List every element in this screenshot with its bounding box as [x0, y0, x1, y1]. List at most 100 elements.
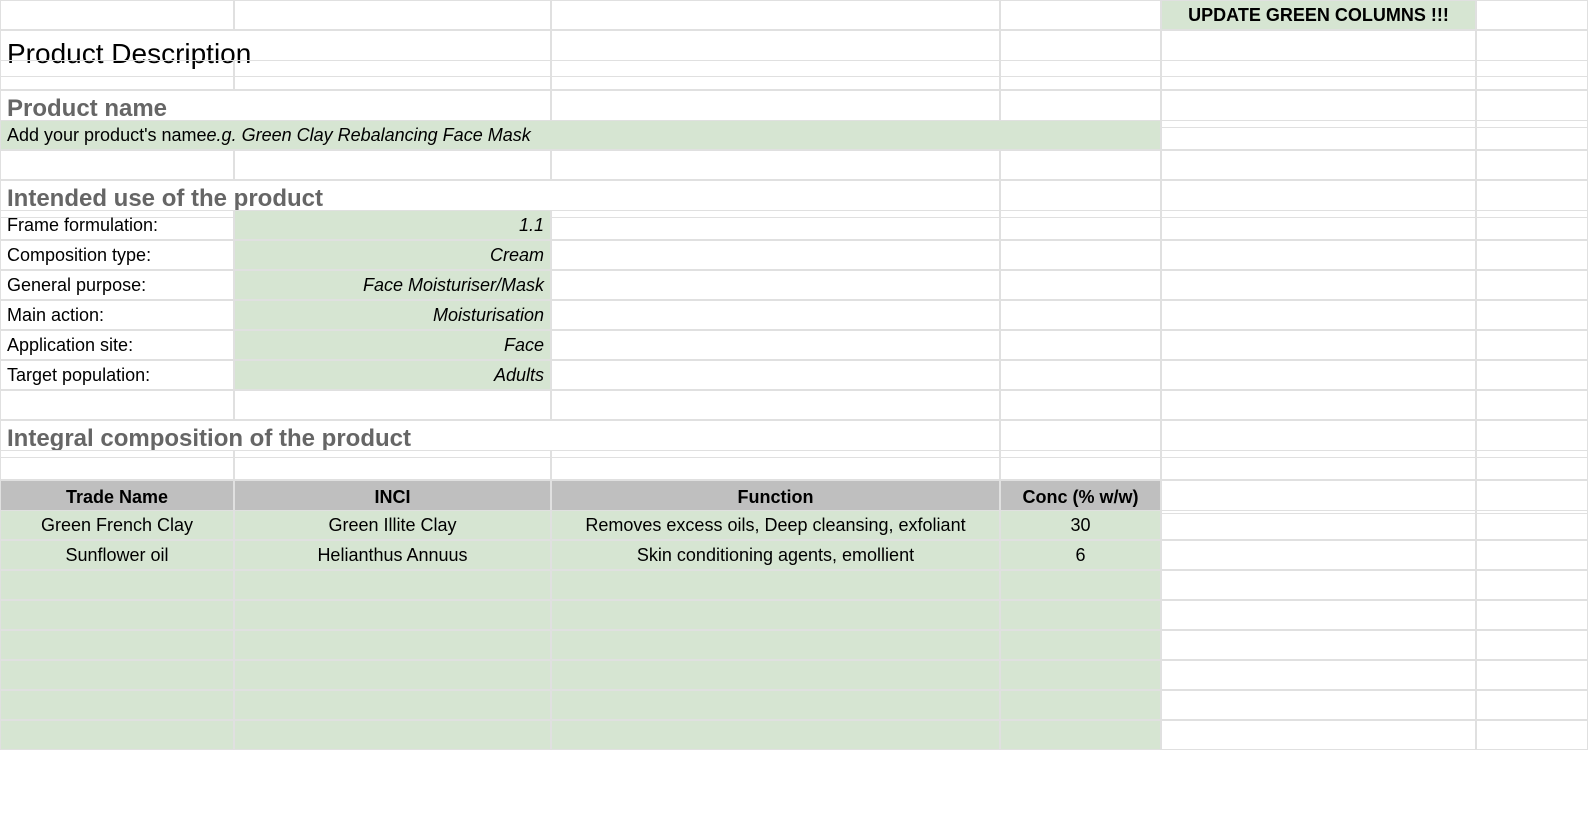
cell-empty[interactable]	[1476, 390, 1588, 420]
table-row-empty[interactable]	[234, 630, 551, 660]
cell-empty[interactable]	[1476, 510, 1588, 540]
cell-empty[interactable]	[234, 150, 551, 180]
cell-empty[interactable]	[1476, 690, 1588, 720]
table-header-trade-name[interactable]: Trade Name	[0, 480, 234, 514]
cell-empty[interactable]	[1161, 510, 1476, 540]
table-row-empty[interactable]	[1000, 690, 1161, 720]
cell-empty[interactable]	[1161, 540, 1476, 570]
table-row-empty[interactable]	[234, 600, 551, 630]
cell-empty[interactable]	[1161, 300, 1476, 330]
cell-empty[interactable]	[1161, 120, 1476, 150]
table-row-empty[interactable]	[0, 570, 234, 600]
table-row-conc[interactable]: 30	[1000, 510, 1161, 540]
cell-empty[interactable]	[1476, 570, 1588, 600]
cell-empty[interactable]	[1161, 660, 1476, 690]
cell-empty[interactable]	[1000, 150, 1161, 180]
cell-empty[interactable]	[1476, 360, 1588, 390]
table-row-function[interactable]: Removes excess oils, Deep cleansing, exf…	[551, 510, 1000, 540]
label-target-population[interactable]: Target population:	[0, 360, 234, 390]
value-frame-formulation[interactable]: 1.1	[234, 210, 551, 240]
table-row-empty[interactable]	[234, 720, 551, 750]
cell-empty[interactable]	[1476, 330, 1588, 360]
cell-empty[interactable]	[234, 450, 551, 480]
cell-empty[interactable]	[234, 390, 551, 420]
cell-empty[interactable]	[1161, 690, 1476, 720]
table-header-function[interactable]: Function	[551, 480, 1000, 514]
cell-empty[interactable]	[1000, 300, 1161, 330]
table-header-inci[interactable]: INCI	[234, 480, 551, 514]
cell-empty[interactable]	[1000, 360, 1161, 390]
cell-empty[interactable]	[551, 0, 1000, 30]
cell-empty[interactable]	[1476, 630, 1588, 660]
value-composition-type[interactable]: Cream	[234, 240, 551, 270]
cell-empty[interactable]	[1476, 210, 1588, 240]
cell-empty[interactable]	[1476, 150, 1588, 180]
cell-empty[interactable]	[1161, 150, 1476, 180]
table-row-function[interactable]: Skin conditioning agents, emollient	[551, 540, 1000, 570]
cell-empty[interactable]	[0, 390, 234, 420]
cell-empty[interactable]	[1161, 360, 1476, 390]
cell-empty[interactable]	[1161, 240, 1476, 270]
cell-empty[interactable]	[551, 300, 1000, 330]
cell-empty[interactable]	[234, 60, 551, 90]
table-row-empty[interactable]	[551, 720, 1000, 750]
label-application-site[interactable]: Application site:	[0, 330, 234, 360]
table-row-empty[interactable]	[1000, 660, 1161, 690]
label-frame-formulation[interactable]: Frame formulation:	[0, 210, 234, 240]
table-row-empty[interactable]	[0, 720, 234, 750]
table-row-empty[interactable]	[234, 660, 551, 690]
value-target-population[interactable]: Adults	[234, 360, 551, 390]
cell-empty[interactable]	[1476, 540, 1588, 570]
cell-empty[interactable]	[1000, 450, 1161, 480]
cell-empty[interactable]	[551, 360, 1000, 390]
cell-empty[interactable]	[551, 450, 1000, 480]
cell-empty[interactable]	[1161, 210, 1476, 240]
value-main-action[interactable]: Moisturisation	[234, 300, 551, 330]
table-row-empty[interactable]	[0, 630, 234, 660]
table-row-empty[interactable]	[551, 660, 1000, 690]
cell-empty[interactable]	[1161, 720, 1476, 750]
cell-empty[interactable]	[1476, 270, 1588, 300]
table-row-trade-name[interactable]: Green French Clay	[0, 510, 234, 540]
label-composition-type[interactable]: Composition type:	[0, 240, 234, 270]
cell-empty[interactable]	[234, 0, 551, 30]
label-main-action[interactable]: Main action:	[0, 300, 234, 330]
cell-empty[interactable]	[1000, 390, 1161, 420]
table-row-empty[interactable]	[551, 600, 1000, 630]
cell-empty[interactable]	[1476, 660, 1588, 690]
cell-empty[interactable]	[1161, 330, 1476, 360]
cell-empty[interactable]	[1000, 330, 1161, 360]
cell-empty[interactable]	[1161, 600, 1476, 630]
cell-empty[interactable]	[1161, 390, 1476, 420]
table-row-empty[interactable]	[1000, 630, 1161, 660]
cell-empty[interactable]	[551, 240, 1000, 270]
cell-empty[interactable]	[1476, 600, 1588, 630]
table-row-empty[interactable]	[0, 660, 234, 690]
cell-empty[interactable]	[1476, 720, 1588, 750]
cell-empty[interactable]	[1476, 450, 1588, 480]
cell-empty[interactable]	[1161, 480, 1476, 514]
cell-empty[interactable]	[0, 60, 234, 90]
cell-empty[interactable]	[0, 150, 234, 180]
cell-empty[interactable]	[1476, 240, 1588, 270]
table-row-empty[interactable]	[0, 600, 234, 630]
value-general-purpose[interactable]: Face Moisturiser/Mask	[234, 270, 551, 300]
cell-empty[interactable]	[1476, 120, 1588, 150]
cell-empty[interactable]	[1161, 60, 1476, 90]
table-row-inci[interactable]: Green Illite Clay	[234, 510, 551, 540]
notice-banner[interactable]: UPDATE GREEN COLUMNS !!!	[1161, 0, 1476, 30]
cell-empty[interactable]	[1000, 240, 1161, 270]
table-row-empty[interactable]	[551, 630, 1000, 660]
table-row-empty[interactable]	[1000, 570, 1161, 600]
cell-empty[interactable]	[551, 270, 1000, 300]
cell-empty[interactable]	[551, 60, 1000, 90]
cell-empty[interactable]	[0, 0, 234, 30]
label-general-purpose[interactable]: General purpose:	[0, 270, 234, 300]
table-row-trade-name[interactable]: Sunflower oil	[0, 540, 234, 570]
value-application-site[interactable]: Face	[234, 330, 551, 360]
cell-empty[interactable]	[0, 450, 234, 480]
table-row-empty[interactable]	[1000, 600, 1161, 630]
cell-empty[interactable]	[1476, 0, 1588, 30]
cell-empty[interactable]	[1161, 270, 1476, 300]
cell-empty[interactable]	[1161, 450, 1476, 480]
